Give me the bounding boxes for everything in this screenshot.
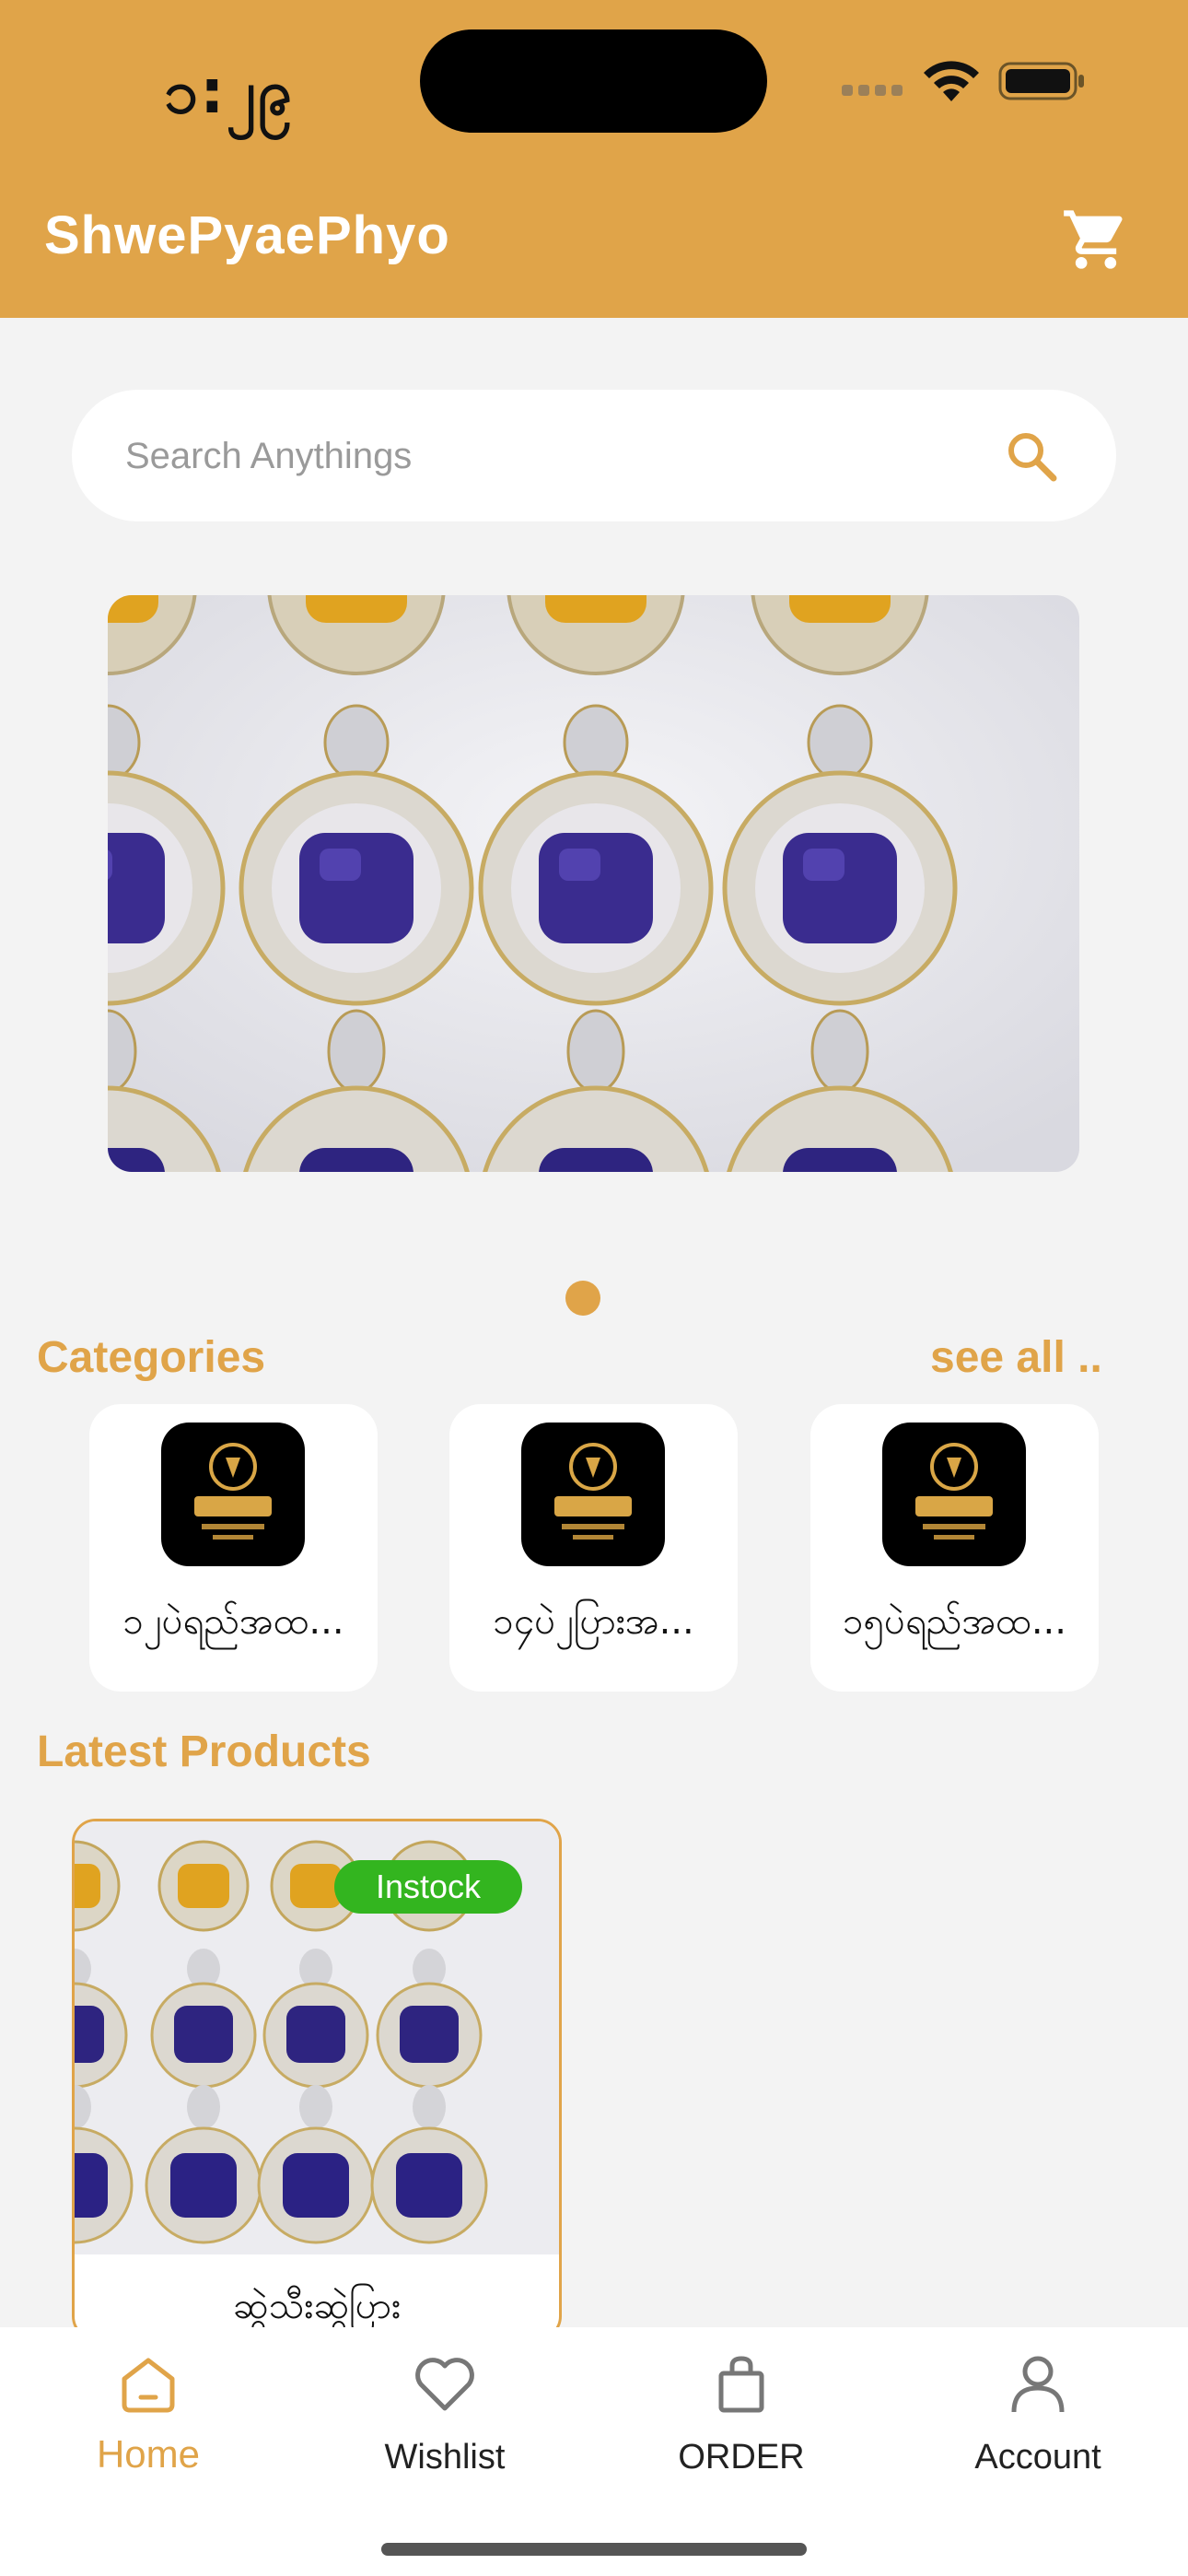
- nav-label: Account: [974, 2438, 1101, 2476]
- shop-logo-icon: [161, 1423, 305, 1566]
- latest-products-title: Latest Products: [37, 1727, 371, 1776]
- cellular-signal-icon: [842, 85, 908, 98]
- nav-label: ORDER: [678, 2438, 805, 2476]
- status-time: ၁:၂၉: [164, 56, 295, 127]
- category-card[interactable]: ၁၄ပဲ၂ပြားအ...: [449, 1404, 738, 1692]
- jewelry-banner-image: [108, 595, 1079, 1172]
- bottom-nav: Home Wishlist ORDER Account: [0, 2327, 1188, 2576]
- wifi-icon: [924, 61, 979, 101]
- shopping-bag-icon: [718, 2356, 764, 2413]
- category-label: ၁၄ပဲ၂ပြားအ...: [493, 1600, 694, 1643]
- shop-logo-icon: [882, 1423, 1026, 1566]
- carousel-page-dot[interactable]: [565, 1281, 600, 1316]
- shop-logo-icon: [521, 1423, 665, 1566]
- cart-icon[interactable]: [1057, 205, 1135, 275]
- home-icon: [122, 2358, 175, 2413]
- see-all-link[interactable]: see all ..: [930, 1332, 1102, 1383]
- nav-wishlist[interactable]: Wishlist: [297, 2327, 593, 2502]
- battery-icon: [998, 62, 1084, 100]
- dynamic-island: [420, 29, 767, 133]
- banner-carousel[interactable]: [108, 595, 1079, 1172]
- category-card[interactable]: ၁၂ပဲရည်အထ...: [89, 1404, 378, 1692]
- category-label: ၁၅ပဲရည်အထ...: [843, 1600, 1066, 1643]
- nav-label: Wishlist: [384, 2438, 506, 2476]
- nav-account[interactable]: Account: [890, 2327, 1186, 2502]
- nav-order[interactable]: ORDER: [593, 2327, 890, 2502]
- categories-title: Categories: [37, 1333, 266, 1382]
- search-bar: [72, 390, 1116, 521]
- product-card[interactable]: Instock ဆွဲသီးဆွဲပြား: [72, 1819, 562, 2340]
- home-indicator: [381, 2543, 807, 2556]
- category-label: ၁၂ပဲရည်အထ...: [122, 1600, 344, 1643]
- heart-icon: [415, 2358, 474, 2411]
- app-title: ShwePyaePhyo: [44, 205, 450, 265]
- search-input[interactable]: [125, 428, 954, 484]
- category-card[interactable]: ၁၅ပဲရည်အထ...: [810, 1404, 1099, 1692]
- nav-label: Home: [96, 2432, 201, 2476]
- user-icon: [1011, 2356, 1065, 2413]
- search-icon[interactable]: [1004, 428, 1061, 486]
- nav-home[interactable]: Home: [0, 2327, 297, 2502]
- instock-badge: Instock: [334, 1860, 522, 1914]
